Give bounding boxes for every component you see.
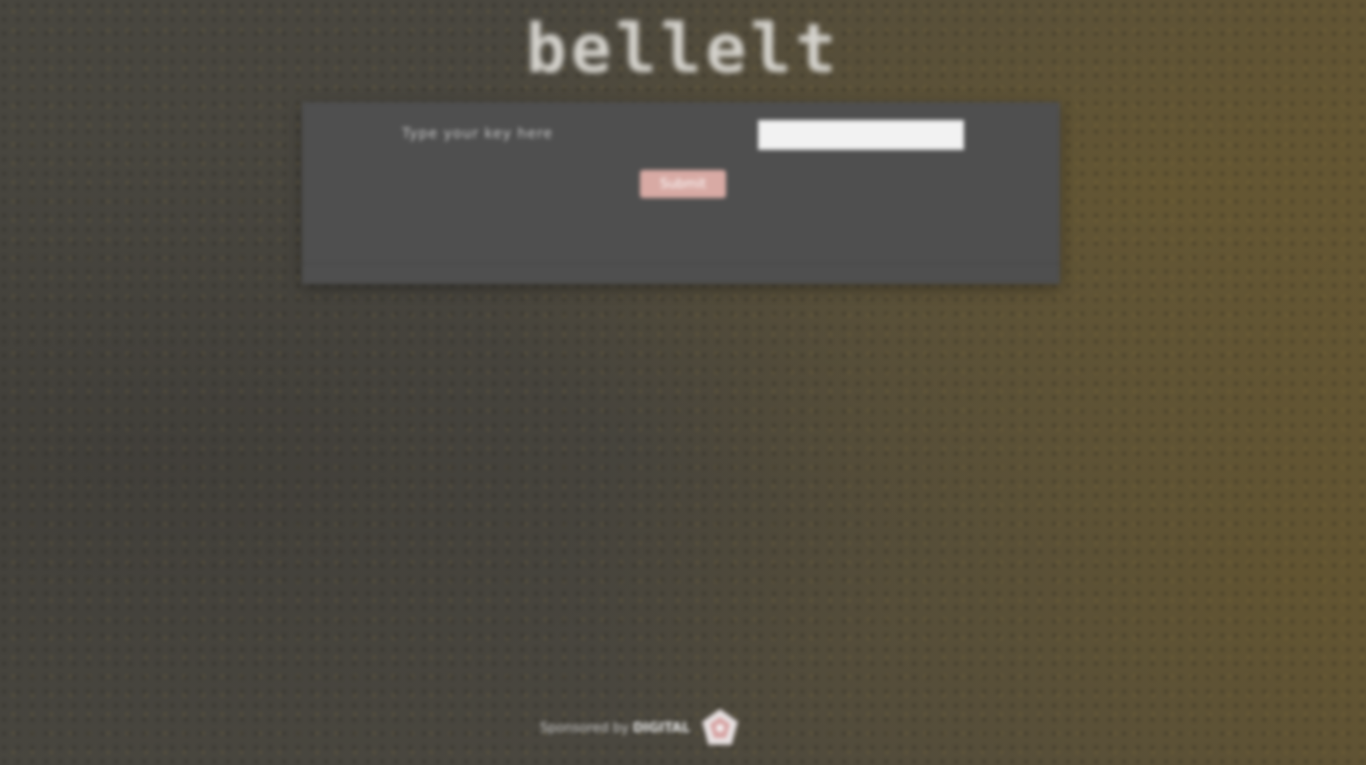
key-input[interactable] xyxy=(758,120,964,150)
footer-prefix-text: Sponsored by xyxy=(540,720,629,736)
site-logo: bellelt xyxy=(525,10,841,89)
submit-button[interactable]: Submit xyxy=(640,170,726,198)
key-field-label: Type your key here xyxy=(402,126,554,142)
footer-sponsor[interactable]: Sponsored by DIGITAL xyxy=(540,698,830,758)
footer-brand-text: DIGITAL xyxy=(632,720,691,736)
panel-divider xyxy=(302,263,1060,264)
badge-icon xyxy=(700,708,740,748)
key-entry-panel: Type your key here Submit xyxy=(302,102,1060,284)
